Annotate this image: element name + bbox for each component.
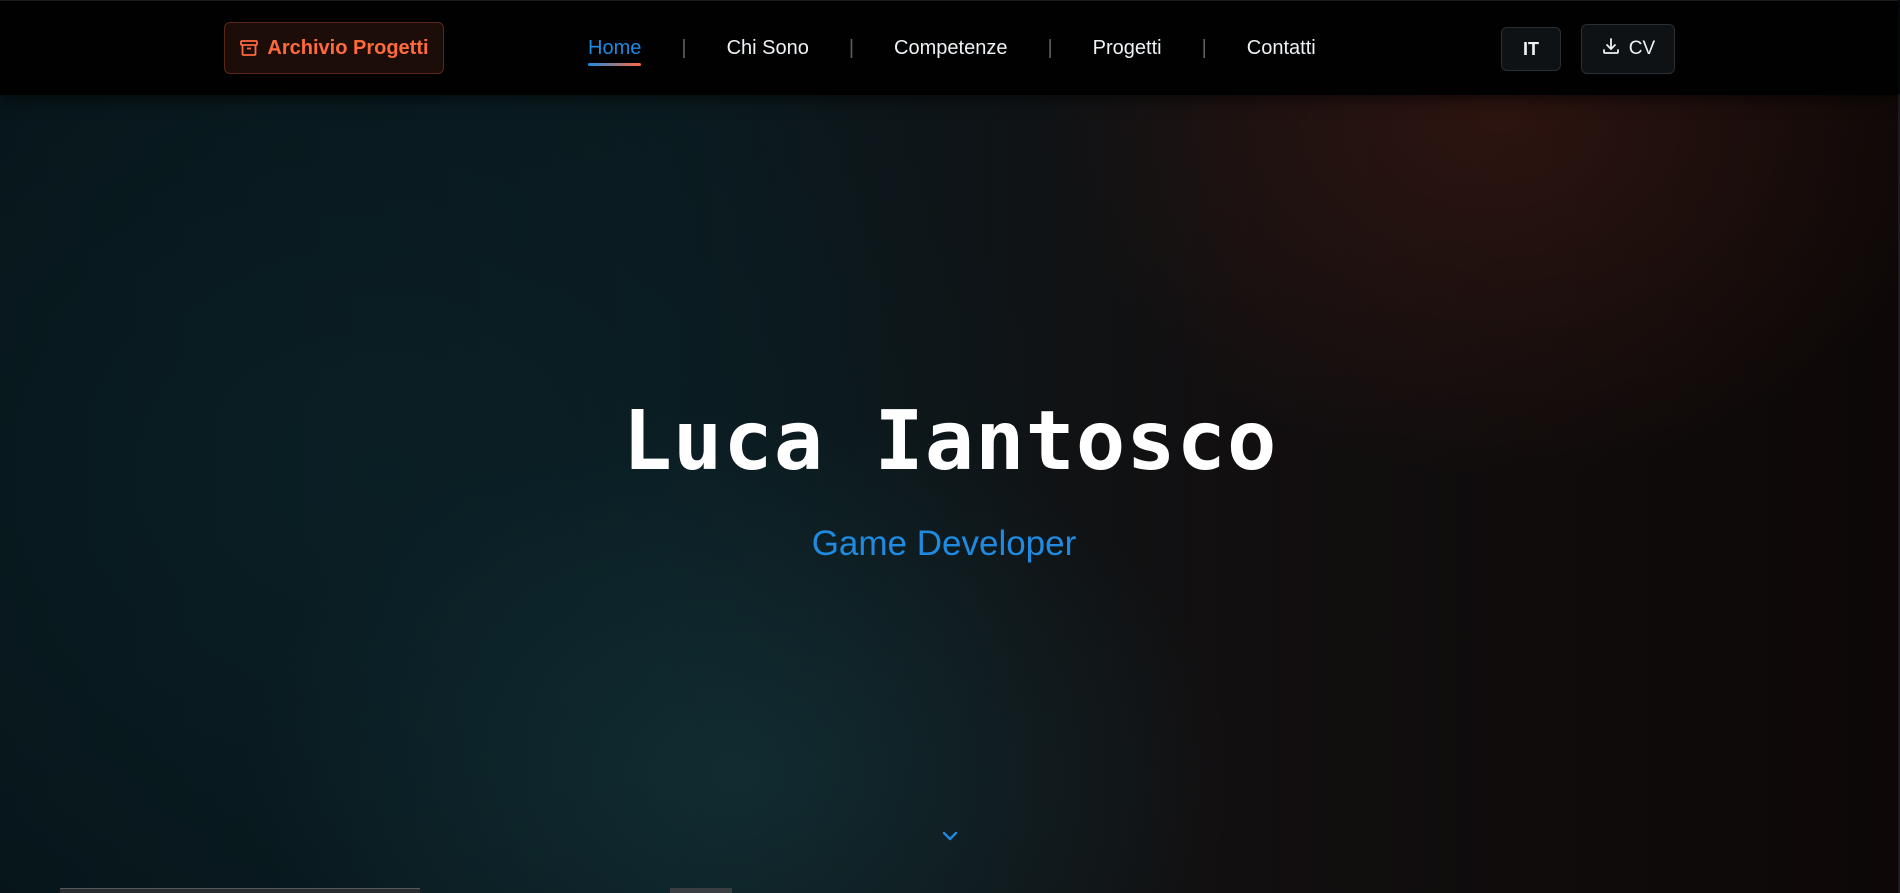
hero-subtitle: Game Developer xyxy=(811,524,1077,563)
main-nav: Home | Chi Sono | Competenze | Progetti … xyxy=(588,1,1316,95)
nav-item-competenze[interactable]: Competenze xyxy=(894,31,1007,66)
archive-box-icon xyxy=(239,38,259,58)
page: Archivio Progetti Home | Chi Sono | Comp… xyxy=(0,0,1900,893)
nav-item-progetti[interactable]: Progetti xyxy=(1093,31,1162,66)
archive-projects-label: Archivio Progetti xyxy=(267,36,429,59)
bottom-panel-edge xyxy=(60,888,420,893)
language-label: IT xyxy=(1523,38,1539,59)
nav-separator: | xyxy=(1047,36,1053,59)
bottom-scroll-handle xyxy=(670,888,732,893)
language-toggle-button[interactable]: IT xyxy=(1501,27,1561,71)
hero-section: Luca Iantosco Game Developer xyxy=(0,94,1900,893)
nav-item-chi-sono[interactable]: Chi Sono xyxy=(727,31,809,66)
archive-projects-button[interactable]: Archivio Progetti xyxy=(224,22,444,74)
hero-title: Luca Iantosco xyxy=(622,394,1278,489)
nav-separator: | xyxy=(681,36,687,59)
nav-item-home[interactable]: Home xyxy=(588,31,642,66)
nav-item-contatti[interactable]: Contatti xyxy=(1247,31,1316,66)
download-icon xyxy=(1601,36,1621,62)
download-cv-button[interactable]: CV xyxy=(1581,24,1675,74)
nav-separator: | xyxy=(848,36,855,59)
top-navbar: Archivio Progetti Home | Chi Sono | Comp… xyxy=(0,0,1898,95)
nav-separator: | xyxy=(1201,36,1207,59)
chevron-down-icon[interactable] xyxy=(940,826,960,846)
cv-label: CV xyxy=(1628,38,1656,59)
